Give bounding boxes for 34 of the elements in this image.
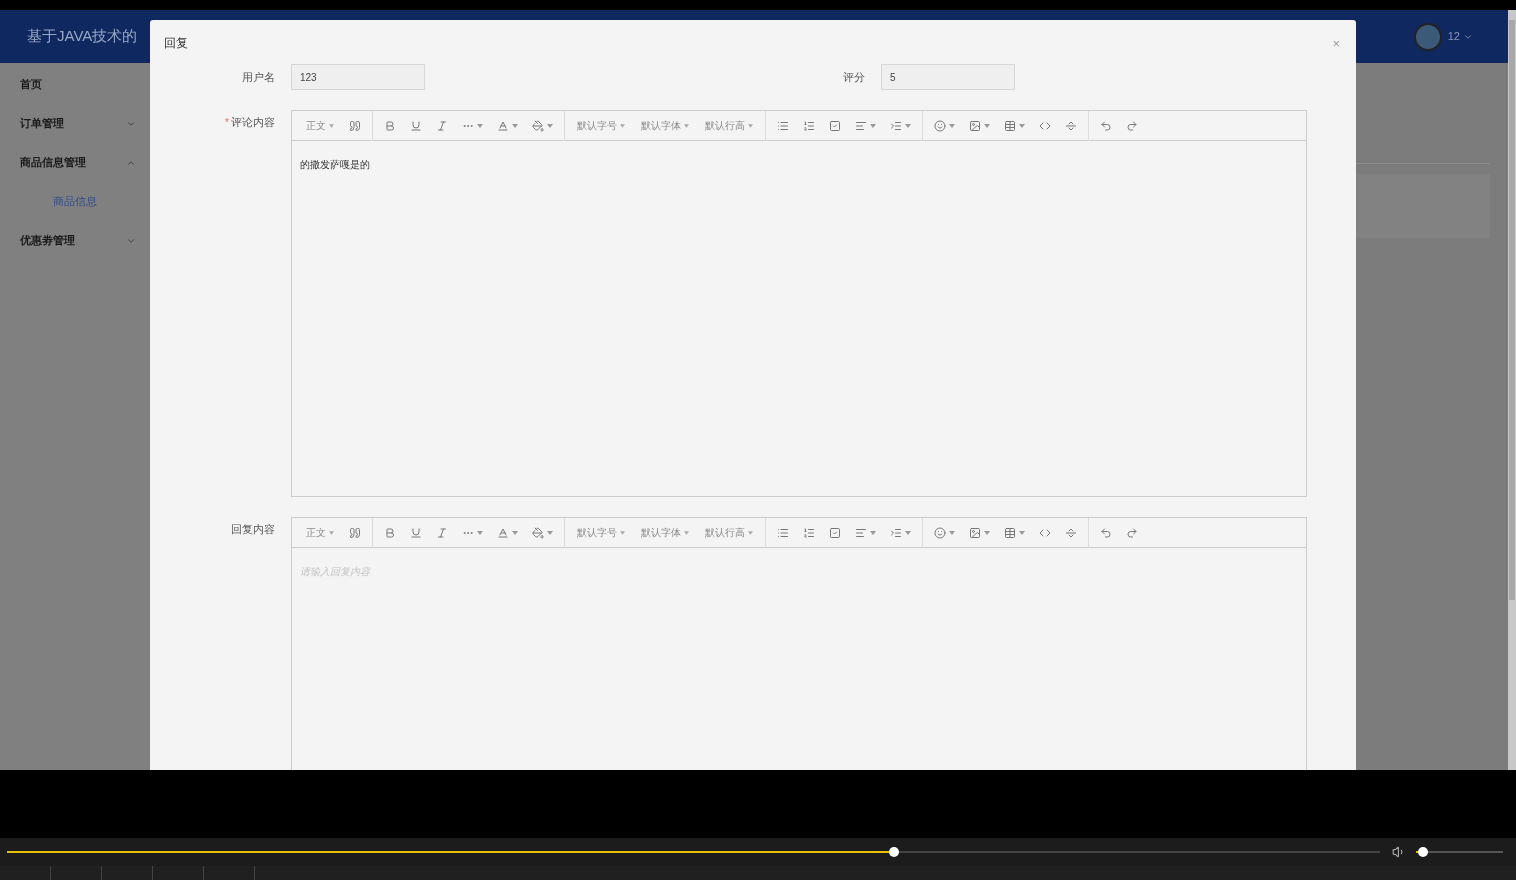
toolbar-dropdown[interactable]: 默认字号 (569, 118, 633, 133)
rich-text-editor[interactable]: 正文 默认字号 默认字体 默认行高 的撒发萨嘎是的 (291, 110, 1307, 497)
avatar-icon[interactable] (1413, 22, 1442, 51)
caret-icon (620, 530, 625, 535)
toolbar-dropdown[interactable]: 默认行高 (697, 118, 761, 133)
toolbar-dropdown[interactable]: 正文 (298, 118, 342, 133)
caret-icon (329, 530, 334, 535)
field-label: 用户名 (242, 69, 275, 85)
editor-text: 的撒发萨嘎是的 (300, 159, 370, 170)
toolbar-dropdown[interactable]: 默认字体 (633, 118, 697, 133)
toolbar-dropdown[interactable]: 默认字体 (633, 525, 697, 540)
toolbar-dropdown[interactable]: 正文 (298, 525, 342, 540)
toolbar-dropdown[interactable]: 默认字号 (569, 525, 633, 540)
menu-item[interactable]: 商品信息管理 (0, 143, 150, 182)
caret-icon (684, 530, 689, 535)
caret-icon (329, 123, 334, 128)
text-field[interactable]: 5 (881, 64, 1015, 90)
dialog-title: 回复 (164, 35, 188, 52)
field-label: 回复内容 (231, 522, 275, 537)
app-title: 基于JAVA技术的 (27, 26, 138, 47)
submenu-item[interactable]: 商品信息 (0, 182, 150, 221)
caret-icon (620, 123, 625, 128)
menu-item[interactable]: 首页 (0, 65, 150, 104)
menu-item[interactable]: 订单管理 (0, 104, 150, 143)
field-label: * 评论内容 (224, 115, 275, 130)
field-label: 评分 (843, 69, 865, 85)
close-button[interactable]: × (1332, 36, 1340, 50)
caret-icon (748, 530, 753, 535)
user-name[interactable]: 12 (1447, 28, 1460, 45)
menu-item[interactable]: 优惠劵管理 (0, 221, 150, 260)
caret-icon (748, 123, 753, 128)
text-field[interactable]: 123 (291, 64, 425, 90)
toolbar-dropdown[interactable]: 默认行高 (697, 525, 761, 540)
caret-icon (684, 123, 689, 128)
